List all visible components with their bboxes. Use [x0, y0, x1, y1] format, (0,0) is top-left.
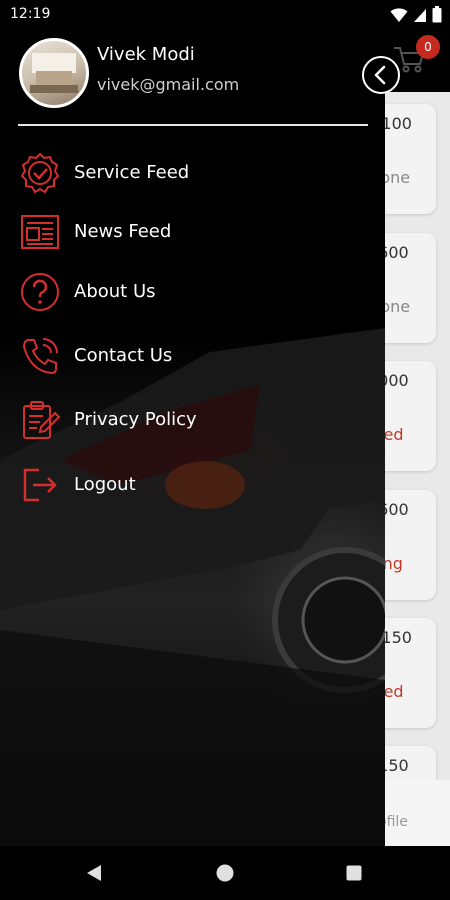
user-avatar[interactable] [19, 38, 89, 108]
menu-label: Logout [74, 474, 136, 495]
newspaper-icon [21, 215, 59, 249]
menu-item-logout[interactable]: Logout [0, 460, 385, 512]
navigation-drawer: Vivek Modi vivek@gmail.com Service Feed … [0, 30, 385, 846]
service-badge-icon [20, 152, 60, 194]
wifi-icon [390, 7, 408, 22]
user-email: vivek@gmail.com [97, 75, 240, 94]
signal-icon [414, 8, 426, 22]
menu-label: Privacy Policy [74, 409, 197, 430]
phone-icon [22, 338, 58, 375]
avatar-photo [30, 53, 78, 93]
menu-item-contact-us[interactable]: Contact Us [0, 331, 385, 383]
status-bar: 12:19 [0, 0, 450, 30]
menu-label: News Feed [74, 221, 172, 242]
home-icon[interactable] [216, 864, 234, 882]
menu-item-news-feed[interactable]: News Feed [0, 207, 385, 259]
menu-label: About Us [74, 281, 156, 302]
question-icon [21, 273, 59, 311]
back-icon[interactable] [86, 864, 102, 882]
system-nav-bar [0, 846, 450, 900]
battery-icon [432, 6, 442, 23]
close-drawer-button[interactable] [362, 56, 400, 94]
logout-icon [23, 468, 57, 502]
status-icons [390, 6, 442, 23]
divider [18, 124, 368, 126]
chevron-left-icon [374, 65, 386, 85]
recents-icon[interactable] [346, 865, 362, 881]
menu-item-privacy-policy[interactable]: Privacy Policy [0, 395, 385, 447]
menu-label: Contact Us [74, 345, 173, 366]
clipboard-pen-icon [23, 401, 61, 439]
menu-item-about-us[interactable]: About Us [0, 267, 385, 319]
status-time: 12:19 [10, 6, 51, 22]
menu-label: Service Feed [74, 162, 190, 183]
user-name: Vivek Modi [97, 44, 195, 65]
menu-item-service-feed[interactable]: Service Feed [0, 148, 385, 200]
cart-count-badge: 0 [416, 35, 440, 59]
